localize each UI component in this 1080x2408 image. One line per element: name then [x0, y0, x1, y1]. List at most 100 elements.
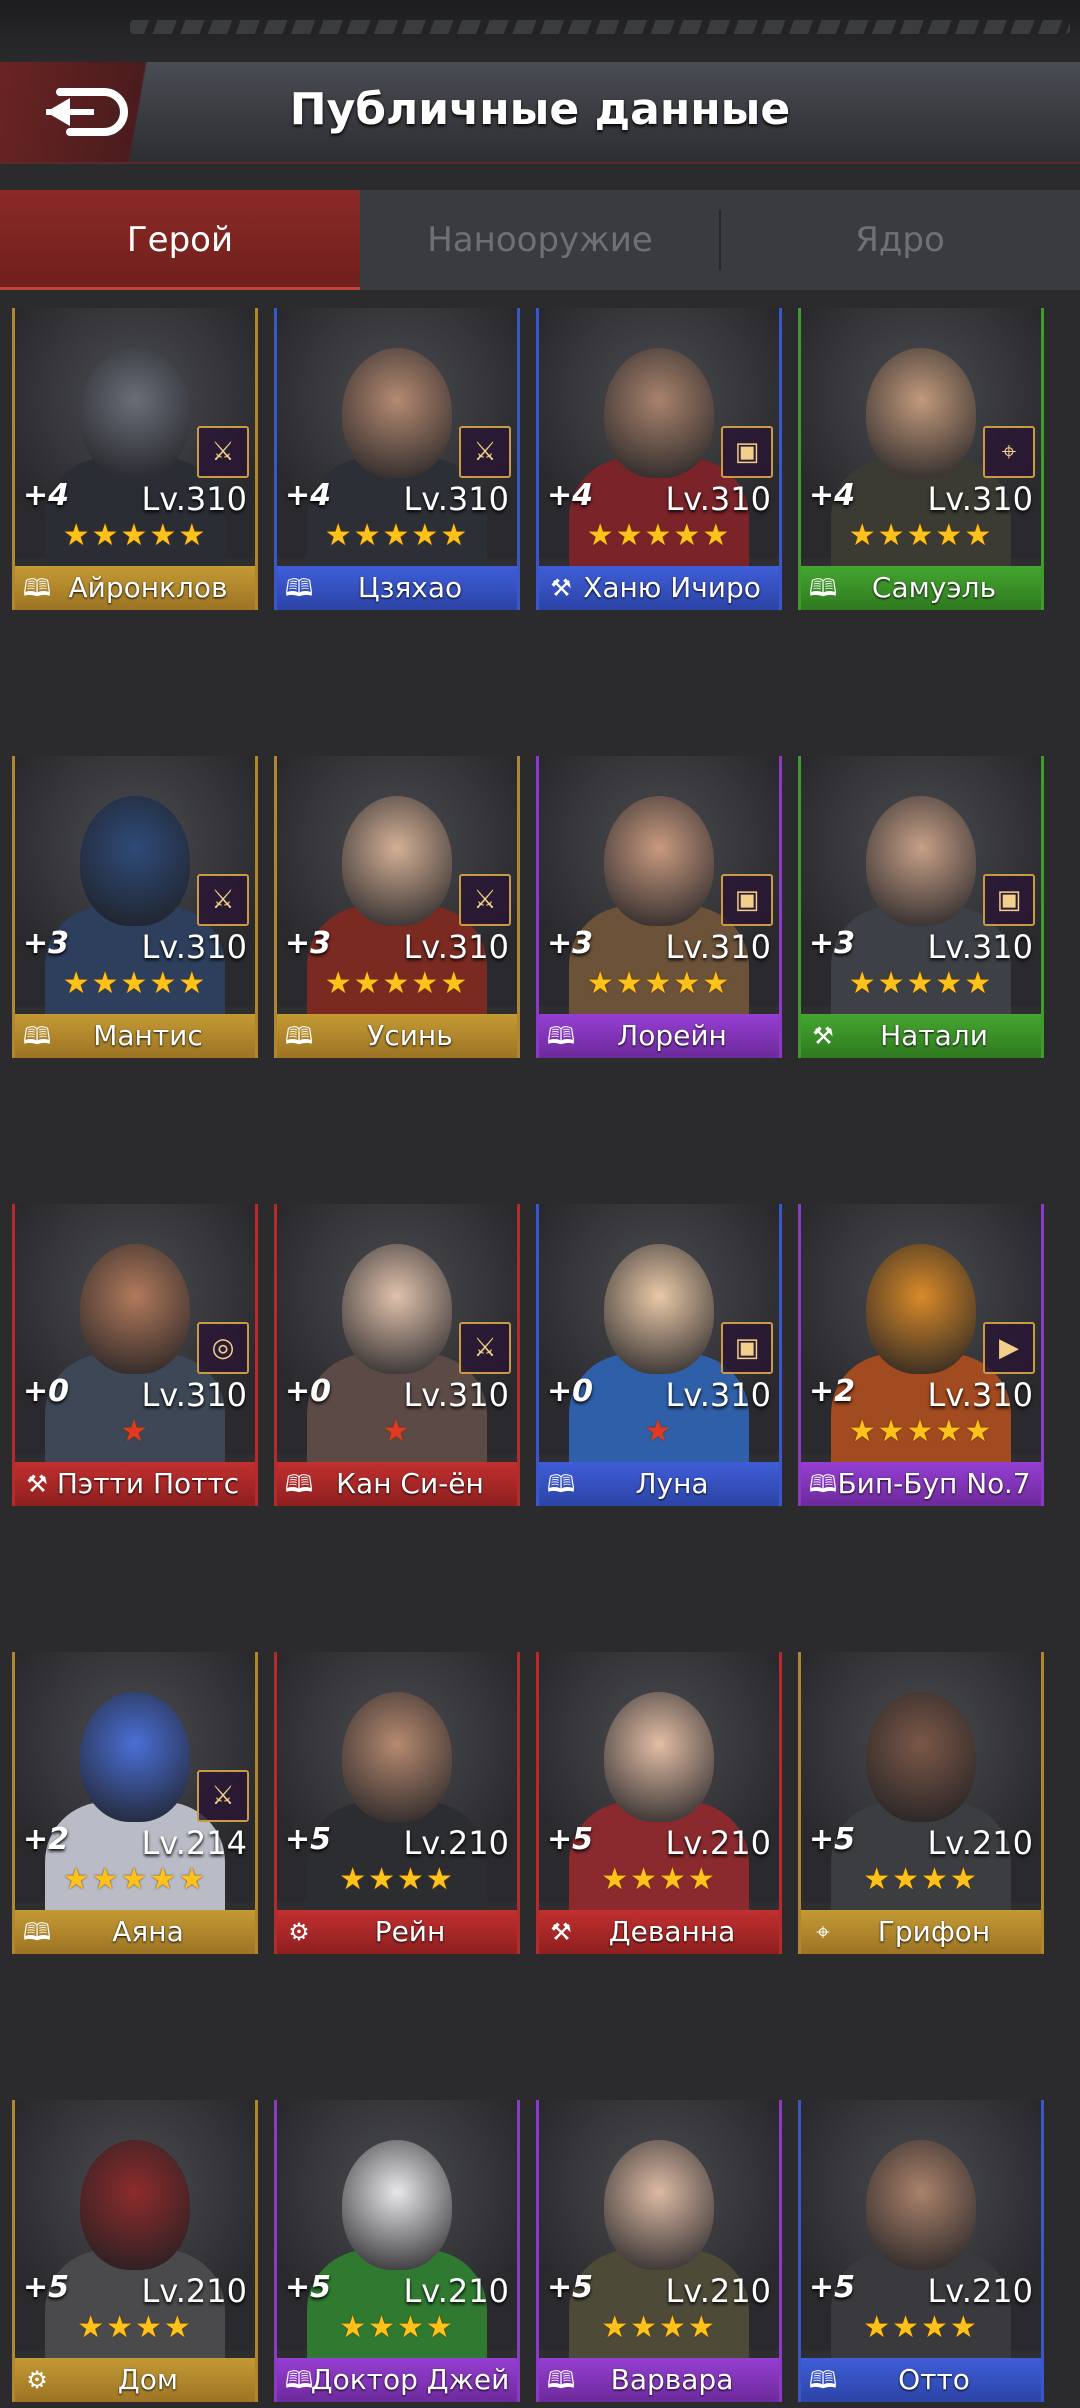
- hero-upgrade: +4: [23, 478, 70, 513]
- book-icon: 🕮: [808, 574, 838, 602]
- rifle-icon: ⚔: [459, 1322, 511, 1374]
- hero-level: Lv.310: [403, 1376, 509, 1414]
- book-icon: 🕮: [546, 2366, 576, 2394]
- tab-nanoweapon[interactable]: Нанооружие: [360, 190, 720, 290]
- portrait-head: [604, 2140, 714, 2270]
- hero-level: Lv.210: [927, 1824, 1033, 1862]
- tab-bar: Герой Нанооружие Ядро: [0, 190, 1080, 290]
- star-rating: ★★★★: [77, 2310, 193, 2345]
- star-rating: ★★★★★: [848, 966, 994, 1001]
- portrait-head: [80, 2140, 190, 2270]
- hero-card[interactable]: +5 Lv.210 ★★★★ Дом ⚙: [12, 2100, 258, 2402]
- star-rating: ★★★★★: [62, 1862, 208, 1897]
- tab-hero[interactable]: Герой: [0, 190, 360, 290]
- tab-core[interactable]: Ядро: [720, 190, 1080, 290]
- hero-card[interactable]: +5 Lv.210 ★★★★ Отто 🕮: [798, 2100, 1044, 2402]
- hero-upgrade: +0: [23, 1374, 70, 1409]
- hero-card[interactable]: ▣ +3 Lv.310 ★★★★★ Лорейн 🕮: [536, 756, 782, 1058]
- star-rating: ★★★★★: [586, 518, 732, 553]
- hero-card[interactable]: ▶ +2 Lv.310 ★★★★★ Бип-Буп No.7 🕮: [798, 1204, 1044, 1506]
- portrait-head: [866, 2140, 976, 2270]
- hero-level: Lv.310: [927, 480, 1033, 518]
- gun-icon: ⌖: [983, 426, 1035, 478]
- book-icon: 🕮: [284, 1470, 314, 1498]
- rifle-icon: ⚔: [459, 426, 511, 478]
- hero-card[interactable]: ⚔ +3 Lv.310 ★★★★★ Усинь 🕮: [274, 756, 520, 1058]
- chest-icon: ▣: [983, 874, 1035, 926]
- hero-card[interactable]: +5 Lv.210 ★★★★ Грифон ⌖: [798, 1652, 1044, 1954]
- hero-upgrade: +2: [23, 1822, 70, 1857]
- hero-upgrade: +4: [809, 478, 856, 513]
- page-title: Публичные данные: [289, 84, 791, 135]
- hero-level: Lv.210: [665, 2272, 771, 2310]
- chest-icon: ▣: [721, 426, 773, 478]
- hero-level: Lv.310: [141, 1376, 247, 1414]
- hero-level: Lv.310: [665, 928, 771, 966]
- star-rating: ★: [382, 1414, 412, 1449]
- star-rating: ★★★★★: [62, 518, 208, 553]
- star-rating: ★★★★: [601, 2310, 717, 2345]
- rifle-icon: ⚔: [197, 874, 249, 926]
- portrait-head: [342, 1244, 452, 1374]
- hero-card[interactable]: ⚔ +4 Lv.310 ★★★★★ Айронклов 🕮: [12, 308, 258, 610]
- hero-upgrade: +5: [285, 2270, 332, 2305]
- hero-level: Lv.210: [403, 1824, 509, 1862]
- star-rating: ★★★★: [863, 2310, 979, 2345]
- hero-card[interactable]: ▣ +3 Lv.310 ★★★★★ Натали ⚒: [798, 756, 1044, 1058]
- book-icon: 🕮: [22, 1918, 52, 1946]
- hero-level: Lv.310: [665, 1376, 771, 1414]
- hero-card[interactable]: ⌖ +4 Lv.310 ★★★★★ Самуэль 🕮: [798, 308, 1044, 610]
- book-icon: 🕮: [546, 1022, 576, 1050]
- hero-level: Lv.214: [141, 1824, 247, 1862]
- portrait-head: [342, 348, 452, 478]
- chest-icon: ▣: [721, 1322, 773, 1374]
- header: Публичные данные: [0, 62, 1080, 164]
- hero-card[interactable]: +5 Lv.210 ★★★★ Доктор Джей 🕮: [274, 2100, 520, 2402]
- bike-icon: ⚙: [288, 1918, 310, 1946]
- rifle-icon: ⚔: [197, 1770, 249, 1822]
- axe-icon: ⚒: [26, 1470, 48, 1498]
- portrait-head: [342, 1692, 452, 1822]
- hero-level: Lv.310: [927, 1376, 1033, 1414]
- drill-icon: ▶: [983, 1322, 1035, 1374]
- hero-upgrade: +3: [285, 926, 332, 961]
- hero-upgrade: +0: [547, 1374, 594, 1409]
- star-rating: ★: [120, 1414, 150, 1449]
- hero-card[interactable]: +5 Lv.210 ★★★★ Деванна ⚒: [536, 1652, 782, 1954]
- hero-grid: ⚔ +4 Lv.310 ★★★★★ Айронклов 🕮 ⚔ +4 Lv.310 ★★★★★ Цз…: [0, 300, 1080, 2408]
- hero-level: Lv.210: [665, 1824, 771, 1862]
- hero-card[interactable]: ◎ +0 Lv.310 ★ Пэтти Поттс ⚒: [12, 1204, 258, 1506]
- status-bar: [0, 0, 1080, 62]
- hero-card[interactable]: ⚔ +2 Lv.214 ★★★★★ Аяна 🕮: [12, 1652, 258, 1954]
- hero-card[interactable]: ⚔ +0 Lv.310 ★ Кан Си-ён 🕮: [274, 1204, 520, 1506]
- portrait-head: [866, 1244, 976, 1374]
- hero-card[interactable]: ▣ +4 Lv.310 ★★★★★ Ханю Ичиро ⚒: [536, 308, 782, 610]
- hero-level: Lv.310: [141, 480, 247, 518]
- hero-upgrade: +5: [23, 2270, 70, 2305]
- hero-upgrade: +3: [23, 926, 70, 961]
- hero-upgrade: +5: [547, 2270, 594, 2305]
- star-rating: ★★★★: [863, 1862, 979, 1897]
- pan-icon: ◎: [197, 1322, 249, 1374]
- portrait-head: [604, 348, 714, 478]
- book-icon: 🕮: [284, 2366, 314, 2394]
- portrait-head: [80, 1692, 190, 1822]
- book-icon: 🕮: [284, 574, 314, 602]
- gun-icon: ⌖: [816, 1918, 830, 1946]
- portrait-head: [80, 1244, 190, 1374]
- hero-card[interactable]: ▣ +0 Lv.310 ★ Луна 🕮: [536, 1204, 782, 1506]
- star-rating: ★★★★: [339, 1862, 455, 1897]
- hero-card[interactable]: +5 Lv.210 ★★★★ Варвара 🕮: [536, 2100, 782, 2402]
- axe-icon: ⚒: [550, 574, 572, 602]
- hero-level: Lv.210: [141, 2272, 247, 2310]
- hero-card[interactable]: +5 Lv.210 ★★★★ Рейн ⚙: [274, 1652, 520, 1954]
- hero-card[interactable]: ⚔ +4 Lv.310 ★★★★★ Цзяхао 🕮: [274, 308, 520, 610]
- hero-level: Lv.310: [403, 928, 509, 966]
- hero-upgrade: +3: [809, 926, 856, 961]
- book-icon: 🕮: [546, 1470, 576, 1498]
- axe-icon: ⚒: [550, 1918, 572, 1946]
- hero-card[interactable]: ⚔ +3 Lv.310 ★★★★★ Мантис 🕮: [12, 756, 258, 1058]
- book-icon: 🕮: [22, 574, 52, 602]
- hero-level: Lv.310: [665, 480, 771, 518]
- portrait-head: [866, 796, 976, 926]
